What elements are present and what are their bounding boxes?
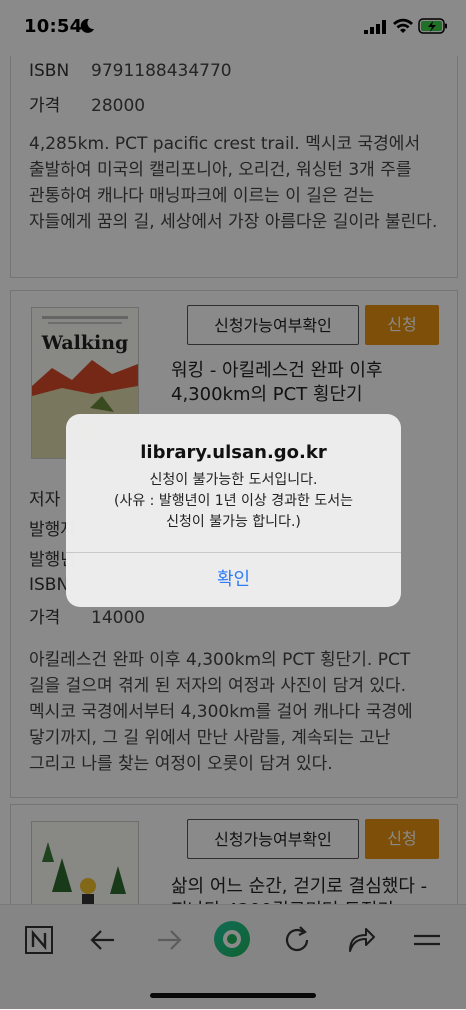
- alert-ok-button[interactable]: 확인: [66, 553, 401, 607]
- alert-message-line-2: (사유 : 발행년이 1년 이상 경과한 도서는: [114, 493, 353, 509]
- alert-title: library.ulsan.go.kr: [140, 442, 327, 463]
- alert-dialog: library.ulsan.go.kr 신청이 불가능한 도서입니다. (사유 …: [66, 414, 401, 607]
- alert-message-line-3: 신청이 불가능 합니다.): [166, 514, 301, 530]
- alert-message-line-1: 신청이 불가능한 도서입니다.: [149, 472, 318, 488]
- alert-message: 신청이 불가능한 도서입니다. (사유 : 발행년이 1년 이상 경과한 도서는…: [82, 470, 385, 533]
